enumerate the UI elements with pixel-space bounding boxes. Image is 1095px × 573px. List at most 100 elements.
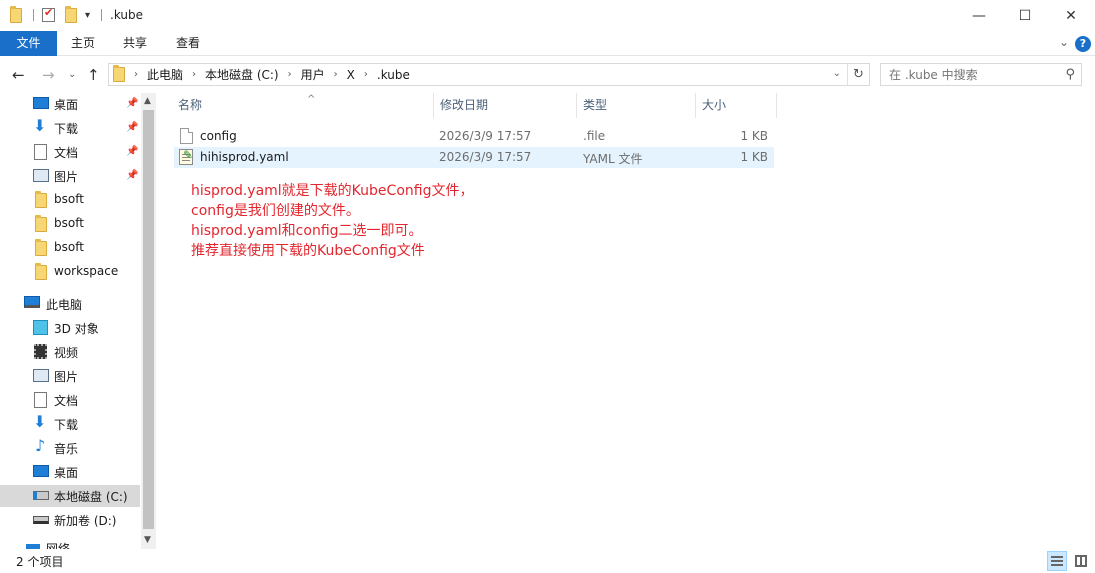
- file-list: ^ 名称 修改日期 类型 大小 config 2026/3/9 17:57 .f…: [162, 93, 1095, 549]
- sidebar-item-documents[interactable]: 文档 📌: [0, 141, 140, 163]
- column-header-size[interactable]: 大小: [696, 93, 777, 118]
- sidebar-item-documents-pc[interactable]: 文档: [0, 389, 140, 411]
- refresh-icon[interactable]: ↻: [847, 64, 869, 85]
- chevron-right-icon[interactable]: ›: [288, 69, 292, 80]
- sidebar-item-downloads[interactable]: ⬇ 下载 📌: [0, 117, 140, 139]
- forward-icon[interactable]: →: [42, 66, 55, 84]
- column-header-label: 名称: [178, 98, 203, 112]
- breadcrumb-kube[interactable]: .kube: [377, 68, 410, 82]
- sidebar-item-label: 视频: [54, 346, 79, 360]
- expand-ribbon-icon[interactable]: ⌄: [1059, 35, 1069, 49]
- drive-d-icon: [33, 516, 49, 524]
- file-row[interactable]: hihisprod.yaml 2026/3/9 17:57 YAML 文件 1 …: [174, 147, 774, 168]
- column-header-label: 类型: [583, 98, 608, 112]
- large-icons-view-button[interactable]: [1071, 551, 1091, 571]
- properties-icon[interactable]: [42, 6, 55, 24]
- sidebar-item-drive-d[interactable]: 新加卷 (D:): [0, 509, 140, 531]
- sidebar-item-label: 下载: [54, 418, 79, 432]
- file-row[interactable]: config 2026/3/9 17:57 .file 1 KB: [174, 126, 774, 147]
- column-header-name[interactable]: ^ 名称: [172, 93, 434, 118]
- sidebar-item-desktop[interactable]: 桌面 📌: [0, 93, 140, 115]
- breadcrumb-user[interactable]: X: [347, 68, 355, 82]
- sidebar-item-pictures[interactable]: 图片 📌: [0, 165, 140, 187]
- sidebar-item-bsoft[interactable]: bsoft: [0, 189, 140, 211]
- breadcrumb-this-pc[interactable]: 此电脑: [147, 66, 183, 83]
- pin-icon[interactable]: 📌: [126, 146, 138, 157]
- documents-icon: [34, 392, 47, 408]
- address-bar[interactable]: › 此电脑 › 本地磁盘 (C:) › 用户 › X › .kube ⌄ ↻: [108, 63, 870, 86]
- minimize-icon[interactable]: —: [956, 0, 1002, 31]
- pin-icon[interactable]: 📌: [126, 170, 138, 181]
- sidebar-item-label: bsoft: [54, 240, 84, 254]
- address-dropdown-icon[interactable]: ⌄: [833, 68, 841, 79]
- sidebar-item-label: 本地磁盘 (C:): [54, 490, 128, 504]
- sidebar-item-bsoft[interactable]: bsoft: [0, 213, 140, 235]
- chevron-right-icon[interactable]: ›: [192, 69, 196, 80]
- tab-home[interactable]: 主页: [62, 31, 104, 56]
- folder-icon: [35, 191, 47, 208]
- up-icon[interactable]: ↑: [87, 66, 100, 84]
- sidebar-item-label: bsoft: [54, 192, 84, 206]
- column-header-date[interactable]: 修改日期: [434, 93, 577, 118]
- sidebar-item-label: 3D 对象: [54, 322, 99, 336]
- documents-icon: [34, 144, 47, 160]
- column-header-label: 大小: [702, 98, 727, 112]
- sort-up-icon: ^: [307, 94, 316, 105]
- details-view-button[interactable]: [1047, 551, 1067, 571]
- sidebar-item-downloads-pc[interactable]: ⬇ 下载: [0, 413, 140, 435]
- help-icon[interactable]: ?: [1075, 36, 1091, 52]
- computer-icon: [24, 296, 40, 308]
- window-title: .kube: [110, 8, 143, 22]
- pin-icon[interactable]: 📌: [126, 98, 138, 109]
- search-input[interactable]: [881, 64, 1051, 85]
- sidebar-item-label: 网络: [46, 542, 71, 549]
- sidebar-item-label: 新加卷 (D:): [54, 514, 117, 528]
- chevron-right-icon[interactable]: ›: [364, 69, 368, 80]
- new-folder-icon[interactable]: [65, 5, 77, 24]
- sidebar-item-label: 下载: [54, 122, 79, 136]
- close-icon[interactable]: ✕: [1048, 0, 1094, 31]
- back-icon[interactable]: ←: [12, 66, 25, 84]
- file-size: 1 KB: [740, 129, 768, 143]
- tab-view[interactable]: 查看: [167, 31, 209, 56]
- sidebar-item-workspace[interactable]: workspace: [0, 261, 140, 283]
- sidebar-item-desktop-pc[interactable]: 桌面: [0, 461, 140, 483]
- search-box[interactable]: ⚲: [880, 63, 1082, 86]
- scrollbar-thumb[interactable]: [143, 110, 154, 529]
- sidebar-item-this-pc[interactable]: 此电脑: [0, 293, 140, 315]
- download-icon: ⬇: [33, 116, 47, 135]
- chevron-right-icon[interactable]: ›: [334, 69, 338, 80]
- sidebar-item-drive-c[interactable]: 本地磁盘 (C:): [0, 485, 140, 507]
- scroll-down-icon[interactable]: ▼: [144, 535, 151, 545]
- search-icon[interactable]: ⚲: [1065, 67, 1075, 82]
- sidebar-item-pictures-pc[interactable]: 图片: [0, 365, 140, 387]
- customize-toolbar-icon[interactable]: ▾: [85, 6, 90, 24]
- maximize-icon[interactable]: ☐: [1002, 0, 1048, 31]
- sidebar-item-bsoft[interactable]: bsoft: [0, 237, 140, 259]
- sidebar-item-label: workspace: [54, 264, 119, 278]
- folder-icon: [113, 65, 125, 82]
- videos-icon: [34, 344, 47, 359]
- yaml-file-icon: [179, 148, 193, 165]
- tab-share[interactable]: 共享: [114, 31, 156, 56]
- column-header-type[interactable]: 类型: [577, 93, 696, 118]
- sidebar-item-network[interactable]: 网络: [0, 541, 140, 549]
- file-icon: [180, 128, 193, 144]
- breadcrumb-users[interactable]: 用户: [301, 66, 325, 83]
- scroll-up-icon[interactable]: ▲: [144, 96, 151, 106]
- file-type: .file: [583, 129, 606, 143]
- pin-icon[interactable]: 📌: [126, 122, 138, 133]
- sidebar-item-videos[interactable]: 视频: [0, 341, 140, 363]
- tab-file[interactable]: 文件: [0, 31, 57, 56]
- sidebar-scrollbar[interactable]: ▲ ▼: [141, 93, 156, 549]
- sidebar-item-label: 桌面: [54, 466, 79, 480]
- sidebar-item-label: 音乐: [54, 442, 79, 456]
- sidebar-item-3d-objects[interactable]: 3D 对象: [0, 317, 140, 339]
- recent-locations-icon[interactable]: ⌄: [68, 69, 76, 80]
- file-size: 1 KB: [740, 150, 768, 164]
- file-type: YAML 文件: [583, 152, 643, 166]
- breadcrumb-drive-c[interactable]: 本地磁盘 (C:): [205, 66, 279, 83]
- navigation-pane: 桌面 📌 ⬇ 下载 📌 文档 📌 图片 📌 bsoft bsoft bsoft …: [0, 93, 157, 549]
- sidebar-item-music[interactable]: ♪ 音乐: [0, 437, 140, 459]
- chevron-right-icon[interactable]: ›: [134, 69, 138, 80]
